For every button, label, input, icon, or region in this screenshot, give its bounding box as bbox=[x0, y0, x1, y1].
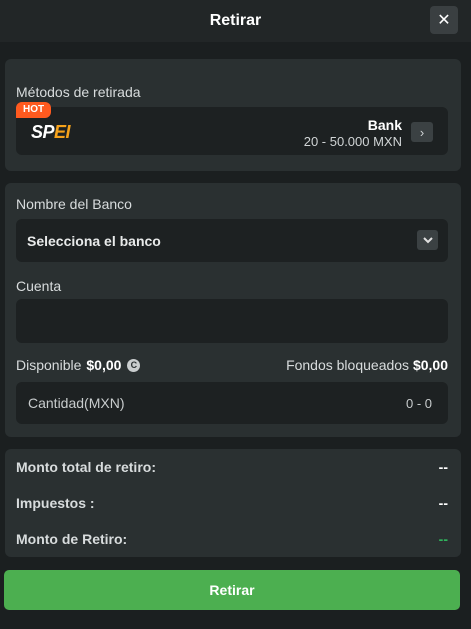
withdrawal-methods-panel: Métodos de retirada HOT SPEI Bank 20 - 5… bbox=[5, 59, 461, 171]
total-value: -- bbox=[438, 459, 448, 475]
method-card-spei[interactable]: HOT SPEI Bank 20 - 50.000 MXN › bbox=[16, 102, 448, 155]
coin-icon: C bbox=[127, 358, 141, 372]
blocked-value: $0,00 bbox=[412, 357, 448, 373]
withdraw-amount-value: -- bbox=[438, 531, 448, 547]
tax-row: Impuestos : -- bbox=[16, 495, 448, 515]
chevron-right-icon[interactable]: › bbox=[411, 122, 433, 142]
tax-label: Impuestos : bbox=[16, 495, 95, 511]
amount-range: 0 - 0 bbox=[405, 396, 432, 411]
close-button[interactable]: ✕ bbox=[430, 6, 458, 34]
bank-name-label: Nombre del Banco bbox=[16, 196, 132, 212]
account-label: Cuenta bbox=[16, 278, 62, 294]
bank-select[interactable]: Selecciona el banco bbox=[16, 219, 448, 262]
available-label: Disponible bbox=[16, 357, 82, 373]
bank-select-value: Selecciona el banco bbox=[27, 233, 161, 249]
amount-placeholder: Cantidad(MXN) bbox=[28, 395, 125, 411]
balance-row: Disponible $0,00 C Fondos bloqueados $0,… bbox=[16, 357, 448, 375]
withdraw-button[interactable]: Retirar bbox=[4, 570, 460, 610]
methods-label: Métodos de retirada bbox=[16, 84, 141, 100]
modal-title: Retirar bbox=[209, 12, 262, 29]
chevron-down-icon bbox=[417, 230, 438, 250]
available-balance: Disponible $0,00 C bbox=[16, 357, 141, 373]
blocked-funds: Fondos bloqueados $0,00 bbox=[286, 357, 448, 373]
tax-value: -- bbox=[438, 495, 448, 511]
withdrawal-form-panel: Nombre del Banco Selecciona el banco Cue… bbox=[5, 183, 461, 437]
amount-input[interactable]: Cantidad(MXN) 0 - 0 bbox=[16, 382, 448, 424]
hot-badge: HOT bbox=[16, 102, 52, 118]
modal-header: Retirar ✕ bbox=[0, 0, 471, 42]
available-value: $0,00 bbox=[86, 357, 122, 373]
method-name: Bank bbox=[367, 117, 402, 133]
withdraw-amount-label: Monto de Retiro: bbox=[16, 531, 128, 547]
spei-logo: SPEI bbox=[31, 122, 71, 140]
total-label: Monto total de retiro: bbox=[16, 459, 156, 475]
close-icon: ✕ bbox=[437, 12, 451, 29]
total-row: Monto total de retiro: -- bbox=[16, 459, 448, 479]
blocked-label: Fondos bloqueados bbox=[286, 357, 410, 373]
withdraw-amount-row: Monto de Retiro: -- bbox=[16, 531, 448, 551]
account-input[interactable] bbox=[16, 299, 448, 343]
withdrawal-summary-panel: Monto total de retiro: -- Impuestos : --… bbox=[5, 449, 461, 557]
method-range: 20 - 50.000 MXN bbox=[303, 134, 402, 149]
